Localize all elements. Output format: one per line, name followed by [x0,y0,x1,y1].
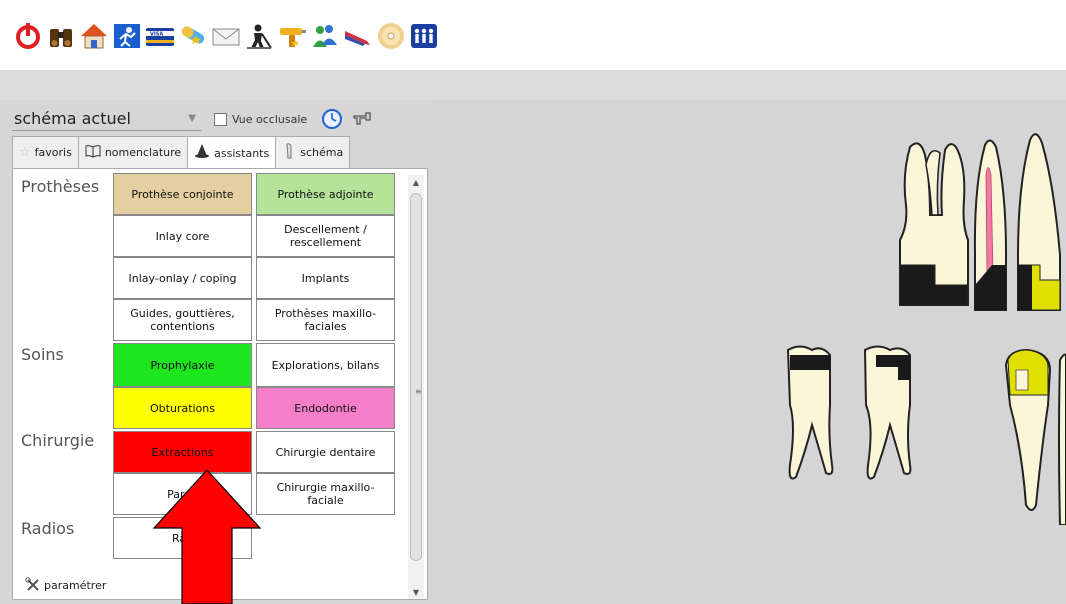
tab-assistants[interactable]: assistants [187,136,277,169]
tooth-icon [282,142,296,163]
guides-button[interactable]: Guides, gouttières, contentions [113,299,252,341]
binoculars-icon[interactable] [45,20,77,52]
main-toolbar: VISA [0,0,1066,70]
lower-molar-1[interactable] [786,345,834,480]
tab-favoris[interactable]: ☆ favoris [12,136,79,168]
teeth-illustration [786,133,1066,525]
grip-icon: ≡ [415,387,422,396]
people-icon[interactable] [309,20,341,52]
home-icon[interactable] [78,20,110,52]
drill-icon[interactable] [276,20,308,52]
dental-tool-icon[interactable] [351,108,373,130]
panel-tabs: ☆ favoris nomenclature assistants schéma [12,136,351,169]
descellement-button[interactable]: Descellement / rescellement [256,215,395,257]
implants-button[interactable]: Implants [256,257,395,299]
runner-icon[interactable] [111,20,143,52]
assistants-panel: Prothèses Soins Chirurgie Radios Prothès… [12,168,428,600]
pill-icon[interactable] [177,20,209,52]
category-chirurgie: Chirurgie [21,431,95,450]
pen-icon[interactable] [342,20,374,52]
parametrer-button[interactable]: paramétrer [25,577,106,593]
parodontie-button[interactable]: Parod [113,473,252,515]
lower-molar-2[interactable] [863,345,912,480]
upper-premolar[interactable] [973,139,1007,311]
vue-occlusale-label: Vue occlusale [232,112,308,126]
power-icon[interactable] [12,20,44,52]
vue-occlusale-checkbox[interactable]: Vue occlusale [214,112,308,126]
tab-label: nomenclature [104,146,182,159]
inlay-onlay-button[interactable]: Inlay-onlay / coping [113,257,252,299]
svg-text:VISA: VISA [150,32,163,38]
upper-molar[interactable] [899,142,969,306]
schema-controls: schéma actuel ▼ Vue occlusale [12,106,373,132]
protheses-maxillo-button[interactable]: Prothèses maxillo-faciales [256,299,395,341]
endodontie-button[interactable]: Endodontie [256,387,395,429]
tab-nomenclature[interactable]: nomenclature [77,136,189,168]
lower-tooth-edge[interactable] [1058,353,1066,525]
scroll-up-icon[interactable]: ▲ [408,175,424,189]
parametrer-label: paramétrer [44,578,107,592]
wizard-hat-icon [194,143,210,163]
cd-icon[interactable] [375,20,407,52]
checkbox-box[interactable] [214,112,227,126]
lower-premolar[interactable] [1004,348,1052,511]
envelope-icon[interactable] [210,20,242,52]
tab-schema[interactable]: schéma [275,136,351,168]
workspace-header-strip [0,70,1066,100]
prothese-conjointe-button[interactable]: Prothèse conjointe [113,173,252,215]
group-icon[interactable] [408,20,440,52]
tab-label: favoris [34,146,72,159]
schema-dropdown-value: schéma actuel [14,109,131,128]
tab-label: assistants [214,146,270,160]
book-icon [85,144,101,162]
category-soins: Soins [21,345,64,364]
scrollbar-thumb[interactable]: ≡ [410,193,422,561]
upper-canine[interactable] [1017,133,1061,311]
worker-icon[interactable] [243,20,275,52]
tab-label: schéma [300,146,344,159]
panel-scrollbar[interactable]: ▲ ≡ ▼ [408,175,424,599]
wrench-screwdriver-icon [25,577,39,591]
visa-card-icon[interactable]: VISA [144,20,176,52]
clock-history-icon[interactable] [321,108,343,130]
prothese-adjointe-button[interactable]: Prothèse adjointe [256,173,395,215]
prophylaxie-button[interactable]: Prophylaxie [113,343,252,387]
category-radios: Radios [21,519,75,538]
chirurgie-dentaire-button[interactable]: Chirurgie dentaire [256,431,395,473]
chirurgie-maxillo-button[interactable]: Chirurgie maxillo-faciale [256,473,395,515]
obturations-button[interactable]: Obturations [113,387,252,429]
radios-button[interactable]: Rad [113,517,252,559]
schema-dropdown[interactable]: schéma actuel ▼ [12,107,202,131]
explorations-button[interactable]: Explorations, bilans [256,343,395,387]
category-protheses: Prothèses [21,177,100,196]
scroll-down-icon[interactable]: ▼ [408,585,424,599]
chevron-down-icon: ▼ [188,113,196,124]
extractions-button[interactable]: Extractions [113,431,252,473]
star-icon: ☆ [19,145,31,160]
inlay-core-button[interactable]: Inlay core [113,215,252,257]
